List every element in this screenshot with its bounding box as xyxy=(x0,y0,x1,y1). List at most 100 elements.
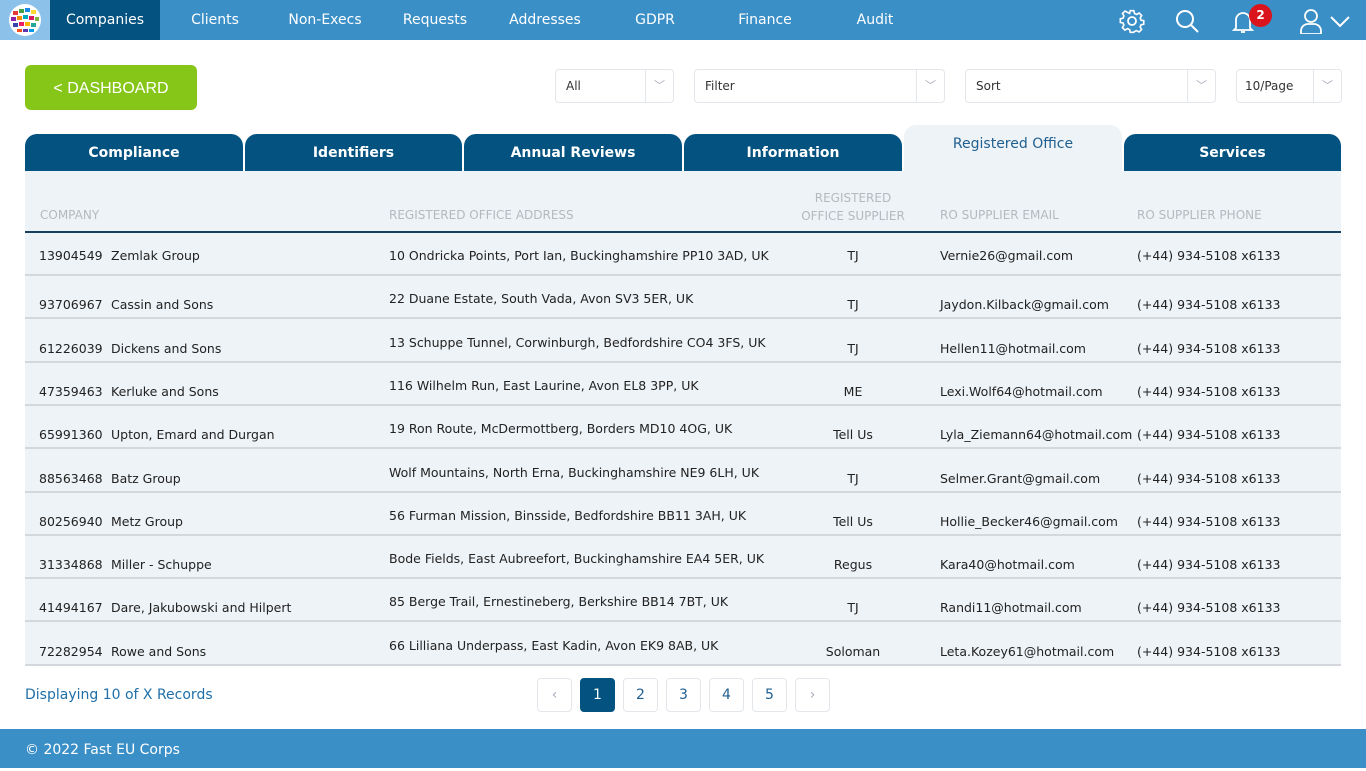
office-supplier: Regus xyxy=(833,557,873,573)
nav-addresses[interactable]: Addresses xyxy=(490,0,600,40)
supplier-phone: (+44) 934-5108 x6133 xyxy=(1137,600,1281,616)
supplier-email: Leta.Kozey61@hotmail.com xyxy=(940,643,1115,659)
next-page-button[interactable]: › xyxy=(795,678,830,712)
user-icon[interactable] xyxy=(1298,8,1324,34)
prev-page-button[interactable]: ‹ xyxy=(537,678,572,712)
page-3-button[interactable]: 3 xyxy=(666,678,701,712)
gear-icon[interactable] xyxy=(1119,8,1145,34)
page-5-button[interactable]: 5 xyxy=(752,678,787,712)
table-row[interactable]: 72282954 Rowe and Sons 66 Lilliana Underpa… xyxy=(25,623,1341,666)
company-name: Metz Group xyxy=(111,513,183,529)
dashboard-button[interactable]: < DASHBOARD xyxy=(25,65,197,110)
company-number: 93706967 xyxy=(39,297,103,313)
office-address: 85 Berge Trail, Ernestineberg, Berkshire… xyxy=(389,594,729,610)
nav-finance[interactable]: Finance xyxy=(710,0,820,40)
supplier-email: Hollie_Becker46@gmail.com xyxy=(940,513,1118,529)
company-name: Kerluke and Sons xyxy=(111,383,219,399)
chevron-down-icon: ﹀ xyxy=(1313,70,1341,102)
chevron-down-icon: ﹀ xyxy=(916,70,944,102)
page-4-button[interactable]: 4 xyxy=(709,678,744,712)
table-row[interactable]: 88563468 Batz Group Wolf Mountains, North … xyxy=(25,450,1341,493)
per-page-select[interactable]: 10/Page ﹀ xyxy=(1236,69,1342,103)
supplier-email: Randi11@hotmail.com xyxy=(940,600,1082,616)
company-name: Dare, Jakubowski and Hilpert xyxy=(111,600,292,616)
table-row[interactable]: 13904549 Zemlak Group 10 Ondricka Points, … xyxy=(25,233,1341,276)
company-name: Rowe and Sons xyxy=(111,643,207,659)
sort-select[interactable]: Sort ﹀ xyxy=(965,69,1216,103)
office-address: 13 Schuppe Tunnel, Corwinburgh, Bedfords… xyxy=(389,334,766,350)
top-nav: Companies Clients Non-Execs Requests Add… xyxy=(0,0,1366,40)
page-2-button[interactable]: 2 xyxy=(623,678,658,712)
office-supplier: TJ xyxy=(847,340,859,356)
table-row[interactable]: 41494167 Dare, Jakubowski and Hilpert 85 B… xyxy=(25,579,1341,623)
supplier-phone: (+44) 934-5108 x6133 xyxy=(1137,248,1281,263)
office-supplier: TJ xyxy=(847,600,859,616)
tab-registered-office[interactable]: Registered Office xyxy=(904,125,1122,171)
company-name: Upton, Emard and Durgan xyxy=(111,427,275,443)
supplier-email: Selmer.Grant@gmail.com xyxy=(940,470,1101,486)
search-icon[interactable] xyxy=(1174,8,1200,34)
supplier-phone: (+44) 934-5108 x6133 xyxy=(1137,427,1281,443)
page-1-button[interactable]: 1 xyxy=(580,678,615,712)
table-row[interactable]: 80256940 Metz Group 56 Furman Mission, Bin… xyxy=(25,493,1341,536)
company-number: 31334868 xyxy=(39,557,103,573)
nav-clients[interactable]: Clients xyxy=(160,0,270,40)
company-name: Batz Group xyxy=(111,470,181,486)
tab-compliance[interactable]: Compliance xyxy=(25,134,243,171)
office-supplier: Soloman xyxy=(825,643,881,659)
company-number: 47359463 xyxy=(39,383,103,399)
tab-annual-reviews[interactable]: Annual Reviews xyxy=(464,134,682,171)
chevron-down-icon: ﹀ xyxy=(645,70,673,102)
company-number: 72282954 xyxy=(39,643,103,659)
tab-information[interactable]: Information xyxy=(684,134,902,171)
supplier-email: Jaydon.Kilback@gmail.com xyxy=(940,297,1109,313)
header-company: COMPANY xyxy=(40,208,100,222)
supplier-email: Lexi.Wolf64@hotmail.com xyxy=(940,383,1103,399)
company-number: 41494167 xyxy=(39,600,103,616)
header-supplier: REGISTERED OFFICE SUPPLIER xyxy=(801,191,905,223)
tab-identifiers[interactable]: Identifiers xyxy=(245,134,462,171)
scope-value: All xyxy=(566,79,581,93)
table-row[interactable]: 31334868 Miller - Schuppe Bode Fields, Eas… xyxy=(25,536,1341,580)
scope-select[interactable]: All ﹀ xyxy=(555,69,674,103)
office-supplier: TJ xyxy=(847,470,859,486)
office-address: 56 Furman Mission, Binsside, Bedfordshir… xyxy=(389,507,747,523)
company-number: 80256940 xyxy=(39,513,103,529)
chevron-down-icon: ﹀ xyxy=(1187,70,1215,102)
logo[interactable] xyxy=(0,0,50,40)
nav-companies[interactable]: Companies xyxy=(50,0,160,40)
supplier-phone: (+44) 934-5108 x6133 xyxy=(1137,340,1281,356)
table-row[interactable]: 47359463 Kerluke and Sons 116 Wilhelm Run,… xyxy=(25,363,1341,406)
office-address: 116 Wilhelm Run, East Laurine, Avon EL8 … xyxy=(389,377,699,393)
sort-value: Sort xyxy=(976,79,1001,93)
office-supplier: Tell Us xyxy=(833,427,873,443)
nav-gdpr[interactable]: GDPR xyxy=(600,0,710,40)
company-name: Zemlak Group xyxy=(111,248,200,263)
nav-audit[interactable]: Audit xyxy=(820,0,930,40)
company-name: Cassin and Sons xyxy=(111,297,214,313)
office-address: 22 Duane Estate, South Vada, Avon SV3 5E… xyxy=(389,291,694,307)
header-email: RO SUPPLIER EMAIL xyxy=(940,208,1059,222)
supplier-phone: (+44) 934-5108 x6133 xyxy=(1137,643,1281,659)
office-supplier: TJ xyxy=(847,297,859,313)
tab-services[interactable]: Services xyxy=(1124,134,1341,171)
nav-requests[interactable]: Requests xyxy=(380,0,490,40)
company-number: 13904549 xyxy=(39,248,103,263)
globe-logo-icon xyxy=(9,4,41,36)
supplier-phone: (+44) 934-5108 x6133 xyxy=(1137,297,1281,313)
office-supplier: Tell Us xyxy=(833,513,873,529)
table-row[interactable]: 61226039 Dickens and Sons 13 Schuppe Tunne… xyxy=(25,320,1341,363)
supplier-email: Lyla_Ziemann64@hotmail.com xyxy=(940,427,1133,443)
table-row[interactable]: 65991360 Upton, Emard and Durgan 19 Ron Ro… xyxy=(25,406,1341,450)
filter-select[interactable]: Filter ﹀ xyxy=(694,69,945,103)
chevron-down-icon[interactable] xyxy=(1328,11,1352,31)
table-row[interactable]: 93706967 Cassin and Sons 22 Duane Estate, … xyxy=(25,276,1341,320)
company-name: Miller - Schuppe xyxy=(111,557,212,573)
company-number: 61226039 xyxy=(39,340,103,356)
nav-non-execs[interactable]: Non-Execs xyxy=(270,0,380,40)
filter-value: Filter xyxy=(705,79,735,93)
supplier-email: Hellen11@hotmail.com xyxy=(940,340,1086,356)
supplier-phone: (+44) 934-5108 x6133 xyxy=(1137,513,1281,529)
company-number: 65991360 xyxy=(39,427,103,443)
office-address: 10 Ondricka Points, Port Ian, Buckingham… xyxy=(389,248,769,263)
